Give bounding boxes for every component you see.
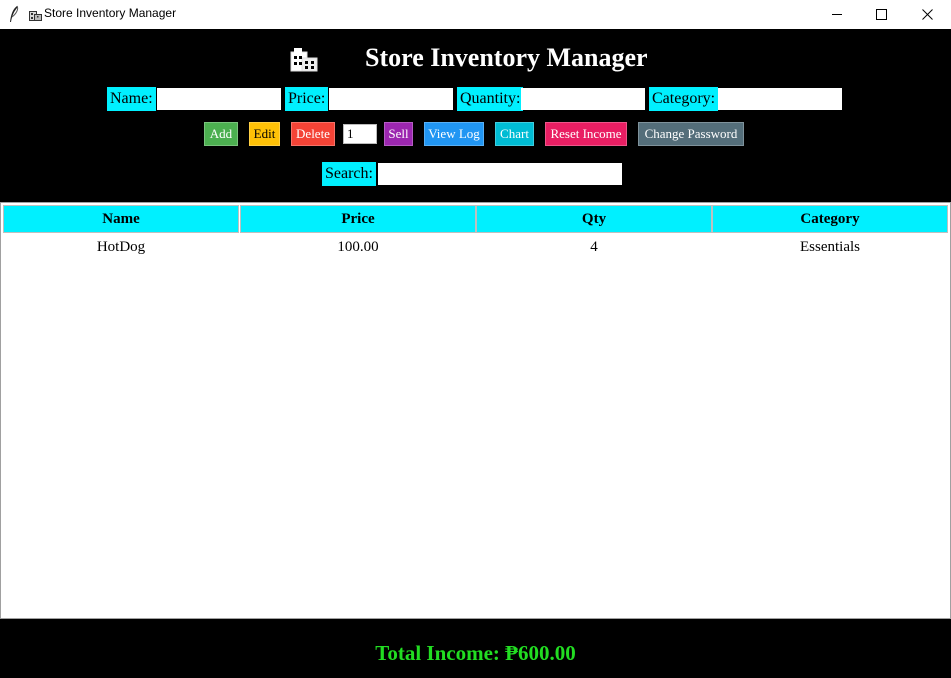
maximize-icon [875,9,887,20]
quantity-label: Quantity: [457,87,524,111]
category-input[interactable] [718,88,842,110]
column-header-category[interactable]: Category [712,205,948,233]
chart-button[interactable]: Chart [495,122,534,146]
close-icon [921,9,933,20]
inventory-table[interactable]: Name Price Qty Category HotDog 100.00 4 … [0,202,951,619]
edit-button[interactable]: Edit [249,122,280,146]
sell-quantity-input[interactable]: 1 [343,124,377,144]
search-input[interactable] [378,163,622,185]
window-titlebar: Store Inventory Manager [0,0,951,29]
window-title: Store Inventory Manager [44,6,177,20]
search-label: Search: [322,162,376,186]
total-income-label: Total Income: ₱600.00 [375,641,576,665]
add-button[interactable]: Add [204,122,238,146]
feather-icon [10,5,19,22]
sell-button[interactable]: Sell [384,122,413,146]
delete-button[interactable]: Delete [291,122,335,146]
change-password-button[interactable]: Change Password [638,122,744,146]
briefcase-icon [29,11,42,21]
table-cell-price: 100.00 [337,239,379,255]
minimize-button[interactable] [814,0,860,29]
view-log-button[interactable]: View Log [424,122,484,146]
footer-panel: Total Income: ₱600.00 [0,619,951,678]
name-input[interactable] [157,88,281,110]
table-cell-name: HotDog [96,239,146,255]
maximize-button[interactable] [858,0,904,29]
table-cell-qty: 4 [590,239,598,255]
column-header-qty[interactable]: Qty [476,205,712,233]
column-header-name[interactable]: Name [3,205,239,233]
name-label: Name: [107,87,156,111]
price-label: Price: [285,87,329,111]
category-label: Category: [649,87,719,111]
reset-income-button[interactable]: Reset Income [545,122,627,146]
office-building-icon [290,48,318,72]
app-title: Store Inventory Manager [365,43,648,72]
quantity-input[interactable] [521,88,645,110]
column-header-price[interactable]: Price [240,205,476,233]
close-button[interactable] [904,0,950,29]
table-cell-category: Essentials [800,239,860,255]
minimize-icon [831,14,842,15]
price-input[interactable] [329,88,453,110]
header-panel: Store Inventory Manager Name: Price: Qua… [0,29,951,202]
